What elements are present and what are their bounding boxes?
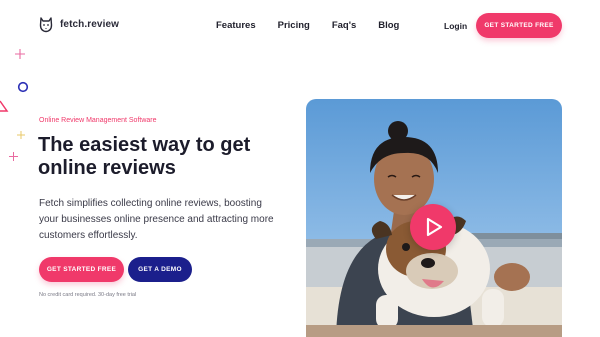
brand-name: fetch.review (60, 19, 120, 30)
circle-outline-icon (17, 81, 29, 93)
top-navigation: fetch.review Features Pricing Faq's Blog… (0, 0, 600, 52)
nav-link-blog[interactable]: Blog (378, 20, 399, 31)
play-icon (426, 217, 443, 237)
brand-logo[interactable]: fetch.review (38, 16, 119, 33)
hero-description: Fetch simplifies collecting online revie… (39, 198, 274, 241)
get-started-button-nav[interactable]: GET STARTED FREE (476, 13, 562, 38)
login-link[interactable]: Login (444, 21, 467, 31)
nav-link-faqs[interactable]: Faq's (332, 20, 356, 31)
nav-link-pricing[interactable]: Pricing (278, 20, 310, 31)
get-started-button[interactable]: GET STARTED FREE (39, 257, 124, 282)
triangle-outline-icon (0, 100, 9, 112)
get-demo-button[interactable]: GET A DEMO (128, 257, 192, 282)
dog-logo-icon (39, 17, 53, 33)
hero-video[interactable] (306, 99, 562, 337)
nav-link-features[interactable]: Features (216, 20, 256, 31)
sparkle-pink-icon (15, 49, 25, 59)
nav-links: Features Pricing Faq's Blog (216, 20, 399, 31)
hero-kicker: Online Review Management Software (39, 117, 157, 124)
sparkle-pink-small-icon (9, 152, 18, 161)
hero-headline: The easiest way to get online reviews (38, 134, 251, 179)
trial-note: No credit card required. 30-day free tri… (39, 292, 137, 298)
play-button[interactable] (410, 204, 456, 250)
sparkle-yellow-icon (17, 131, 25, 139)
